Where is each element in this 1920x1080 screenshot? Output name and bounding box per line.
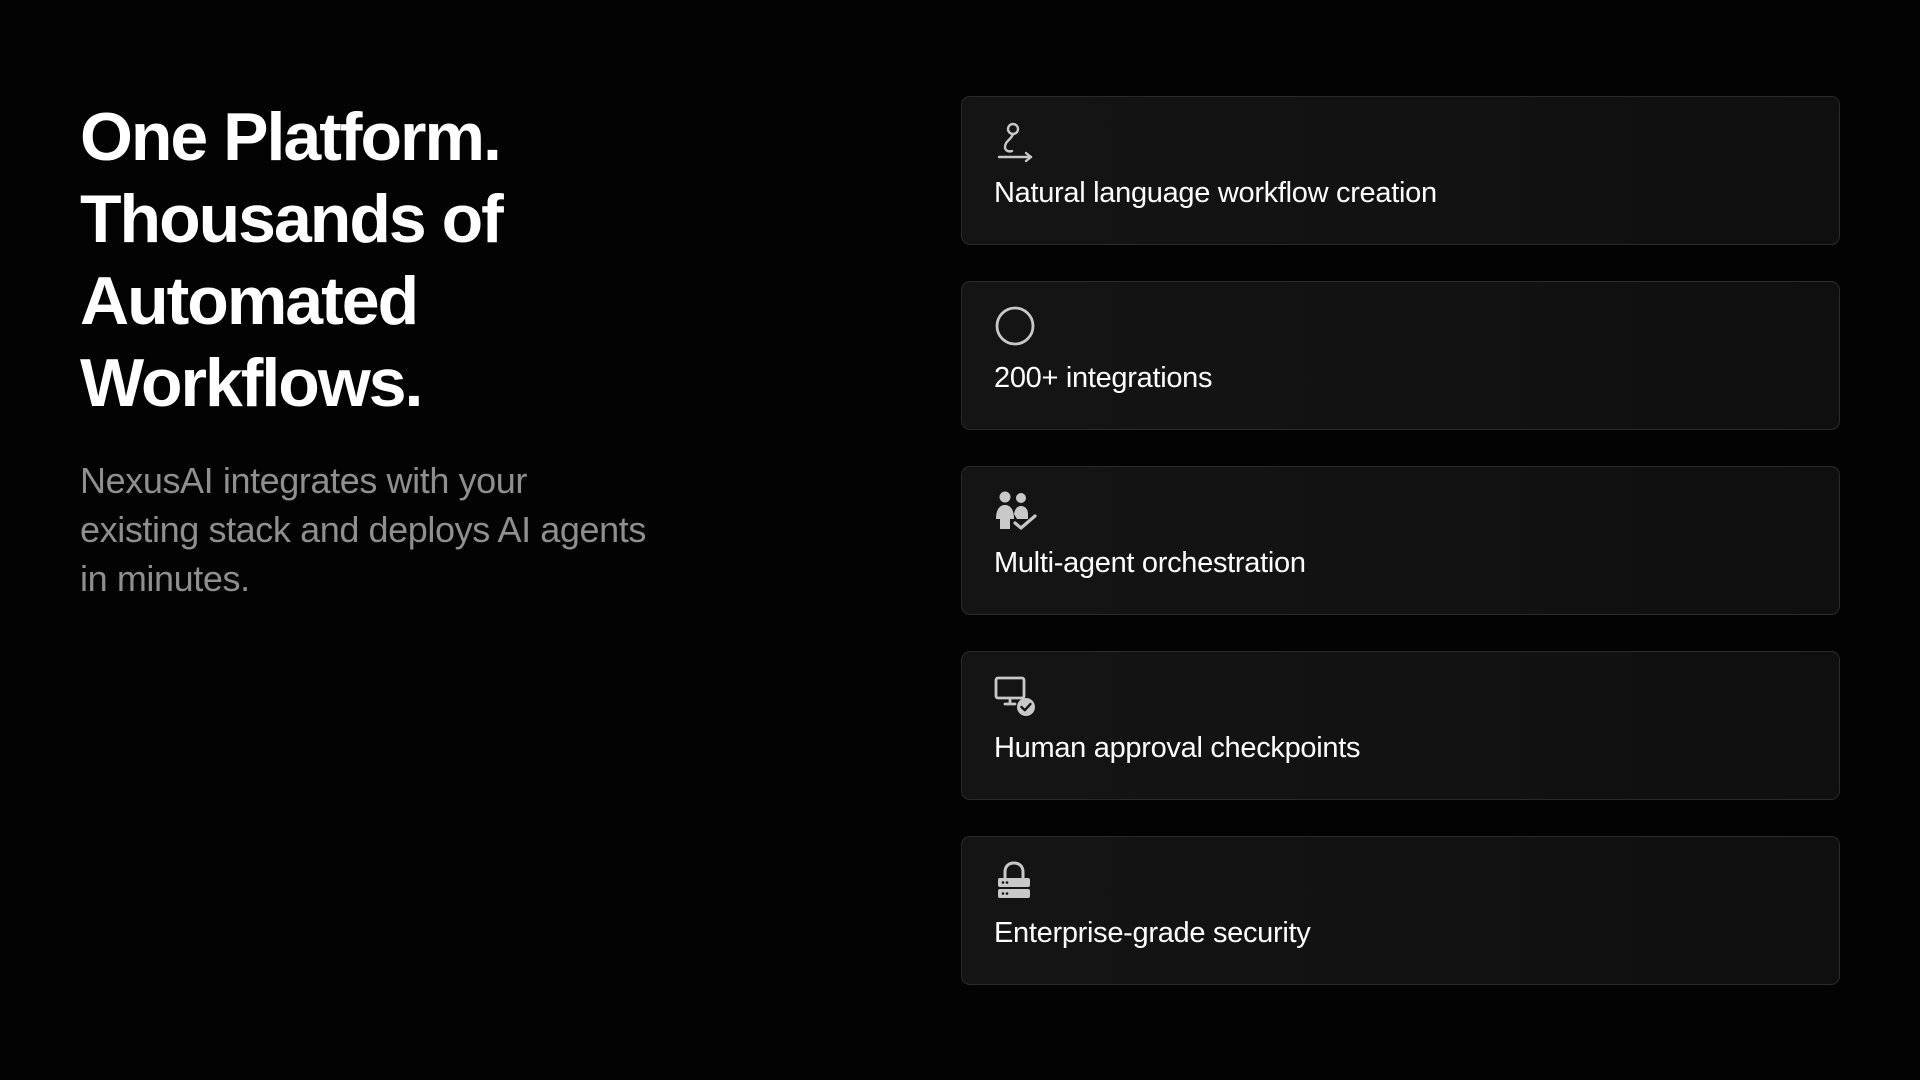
subhead-line: existing stack and deploys AI agents	[80, 509, 646, 550]
circle-icon	[995, 306, 1035, 346]
feature-card-security: Enterprise-grade security	[961, 836, 1840, 985]
feature-label: Human approval checkpoints	[994, 732, 1361, 764]
subhead-line: NexusAI integrates with your	[80, 460, 528, 501]
feature-label: Multi-agent orchestration	[994, 547, 1306, 579]
feature-card-workflow: Natural language workflow creation	[961, 96, 1840, 245]
lock-server-icon	[998, 861, 1030, 898]
hero-headline: One Platform. Thousands of Automated Wor…	[80, 96, 720, 424]
hero-section: One Platform. Thousands of Automated Wor…	[80, 96, 720, 603]
hero-subhead: NexusAI integrates with your existing st…	[80, 456, 700, 603]
feature-label: Enterprise-grade security	[994, 917, 1311, 949]
subhead-line: in minutes.	[80, 558, 250, 599]
headline-line: Automated	[80, 263, 419, 339]
headline-line: One Platform.	[80, 99, 502, 175]
headline-line: Thousands of	[80, 181, 504, 257]
headline-line: Workflows.	[80, 345, 423, 421]
feature-label: Natural language workflow creation	[994, 177, 1437, 209]
monitor-check-icon	[994, 676, 1035, 716]
feature-card-approval: Human approval checkpoints	[961, 651, 1840, 800]
feature-card-orchestration: Multi-agent orchestration	[961, 466, 1840, 615]
users-icon	[996, 491, 1037, 530]
workflow-icon	[997, 122, 1033, 163]
feature-list: Natural language workflow creation 200+ …	[961, 96, 1840, 1021]
feature-card-integrations: 200+ integrations	[961, 281, 1840, 430]
feature-label: 200+ integrations	[994, 362, 1213, 394]
